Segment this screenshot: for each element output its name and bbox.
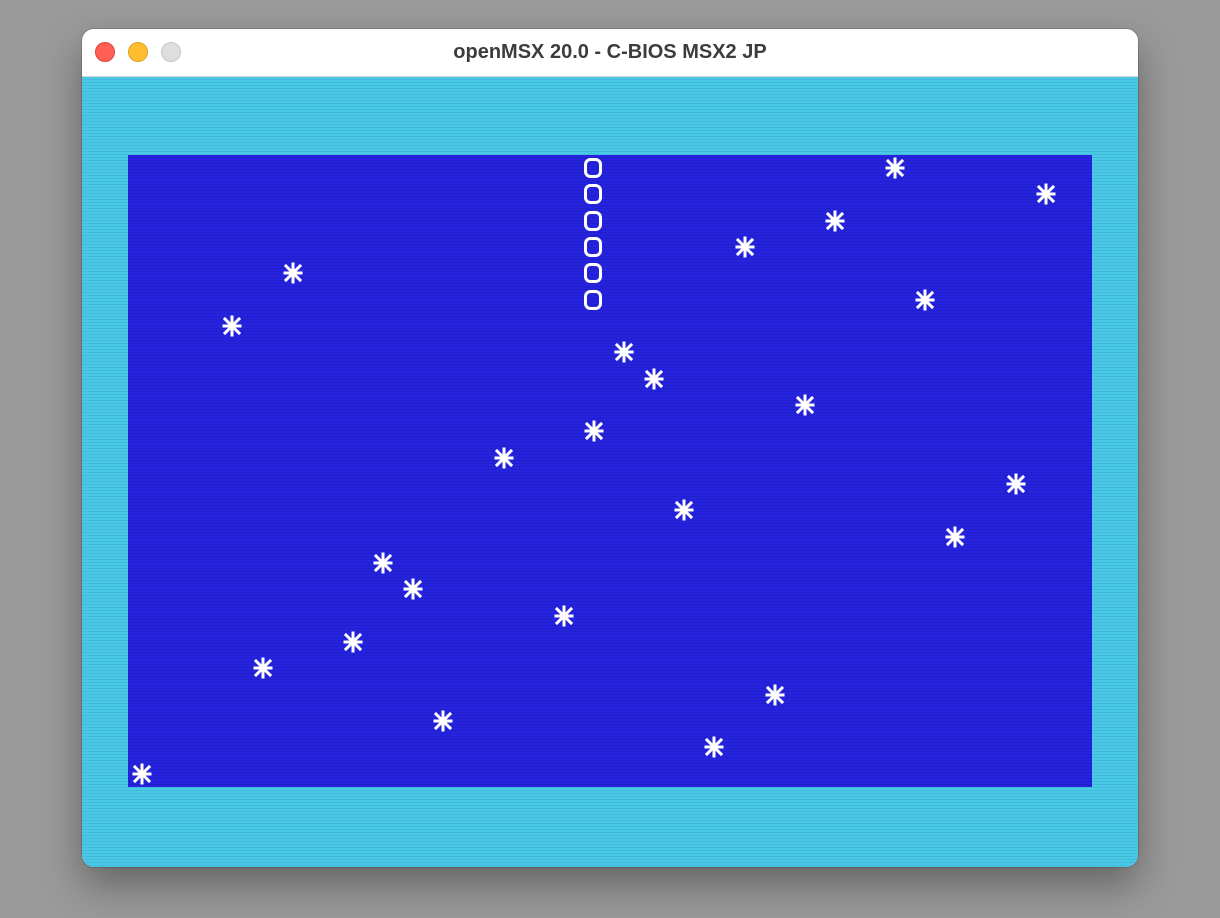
obstacle-asterisk-icon (252, 657, 276, 683)
obstacle-asterisk-icon (282, 262, 306, 288)
snake-segment-ring-icon (583, 183, 607, 209)
title-bar[interactable]: openMSX 20.0 - C-BIOS MSX2 JP (82, 29, 1138, 77)
snake-segment-ring-icon (583, 262, 607, 288)
snake-segment-ring-icon (583, 210, 607, 236)
obstacle-asterisk-icon (884, 157, 908, 183)
game-playfield (128, 155, 1092, 787)
obstacle-asterisk-icon (944, 526, 968, 552)
obstacle-asterisk-icon (342, 631, 366, 657)
obstacle-asterisk-icon (914, 289, 938, 315)
obstacle-asterisk-icon (1005, 473, 1029, 499)
obstacle-asterisk-icon (221, 315, 245, 341)
obstacle-asterisk-icon (734, 236, 758, 262)
obstacle-asterisk-icon (1035, 183, 1059, 209)
obstacle-asterisk-icon (794, 394, 818, 420)
obstacle-asterisk-icon (131, 763, 155, 789)
obstacle-asterisk-icon (583, 420, 607, 446)
window-title: openMSX 20.0 - C-BIOS MSX2 JP (453, 41, 767, 63)
emulator-window: openMSX 20.0 - C-BIOS MSX2 JP (82, 29, 1138, 867)
obstacle-asterisk-icon (553, 605, 577, 631)
snake-segment-ring-icon (583, 289, 607, 315)
obstacle-asterisk-icon (613, 341, 637, 367)
snake-segment-ring-icon (583, 157, 607, 183)
obstacle-asterisk-icon (432, 710, 456, 736)
obstacle-asterisk-icon (673, 499, 697, 525)
obstacle-asterisk-icon (402, 578, 426, 604)
emulator-screen[interactable] (82, 77, 1138, 867)
obstacle-asterisk-icon (372, 552, 396, 578)
obstacle-asterisk-icon (764, 684, 788, 710)
obstacle-asterisk-icon (824, 210, 848, 236)
obstacle-asterisk-icon (703, 736, 727, 762)
snake-segment-ring-icon (583, 236, 607, 262)
obstacle-asterisk-icon (643, 368, 667, 394)
obstacle-asterisk-icon (493, 447, 517, 473)
